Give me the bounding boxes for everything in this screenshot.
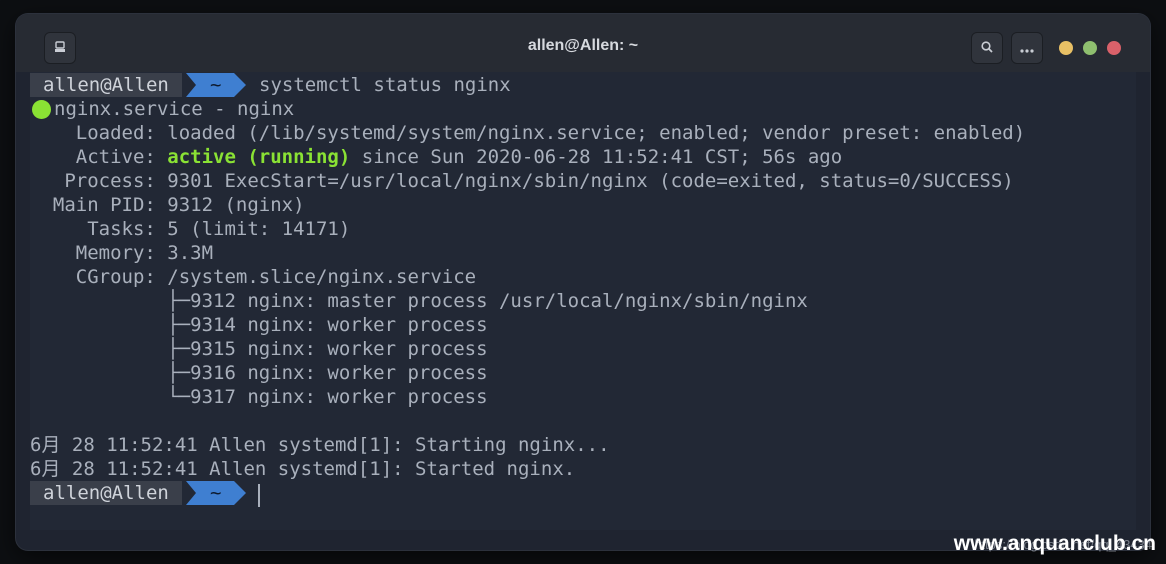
prompt-line: allen@Allen ~ [30, 481, 330, 505]
text-cursor [258, 484, 260, 507]
search-icon [980, 39, 994, 58]
active-label: Active: [30, 146, 168, 168]
process-tree-line: └─9317 nginx: worker process [30, 386, 488, 408]
terminal-window: allen@Allen: ~ allen@Allen ~ systemctl s… [16, 14, 1150, 550]
process-tree-line: ├─9314 nginx: worker process [30, 314, 488, 336]
status-dot-icon [32, 100, 51, 119]
prompt-user-segment: allen@Allen [30, 73, 182, 97]
maximize-button[interactable] [1083, 41, 1097, 55]
cgroup-line: CGroup: /system.slice/nginx.service [30, 266, 477, 288]
menu-button[interactable] [1011, 32, 1043, 64]
active-line: Active: active (running) since Sun 2020-… [30, 145, 842, 169]
minimize-button[interactable] [1059, 41, 1073, 55]
main-pid-line: Main PID: 9312 (nginx) [30, 194, 305, 216]
journal-log-line: 6月 28 11:52:41 Allen systemd[1]: Startin… [30, 434, 610, 456]
prompt-user-segment: allen@Allen [30, 481, 182, 505]
more-options-icon [1019, 39, 1035, 58]
prompt-dir: ~ [210, 74, 222, 96]
search-button[interactable] [971, 32, 1003, 64]
tasks-line: Tasks: 5 (limit: 14171) [30, 218, 351, 240]
memory-line: Memory: 3.3M [30, 242, 214, 264]
process-line: Process: 9301 ExecStart=/usr/local/nginx… [30, 170, 1014, 192]
close-button[interactable] [1107, 41, 1121, 55]
title-bar: allen@Allen: ~ [16, 14, 1150, 72]
process-tree-line: ├─9316 nginx: worker process [30, 362, 488, 384]
process-tree-line: ├─9315 nginx: worker process [30, 338, 488, 360]
journal-log-line: 6月 28 11:52:41 Allen systemd[1]: Started… [30, 458, 576, 480]
process-tree-line: ├─9312 nginx: master process /usr/local/… [30, 290, 808, 312]
terminal-content[interactable]: allen@Allen ~ systemctl status nginx ngi… [30, 72, 1136, 530]
active-since: since Sun 2020-06-28 11:52:41 CST; 56s a… [350, 146, 843, 168]
prompt-line: allen@Allen ~ systemctl status nginx [30, 73, 630, 97]
loaded-line: Loaded: loaded (/lib/systemd/system/ngin… [30, 122, 1026, 144]
prompt-dir: ~ [210, 482, 222, 504]
active-state: active (running) [167, 146, 351, 168]
command-text: systemctl status nginx [259, 74, 511, 96]
watermark: www.anquanclub.cn [953, 532, 1156, 555]
service-line: nginx.service - nginx [54, 98, 295, 120]
